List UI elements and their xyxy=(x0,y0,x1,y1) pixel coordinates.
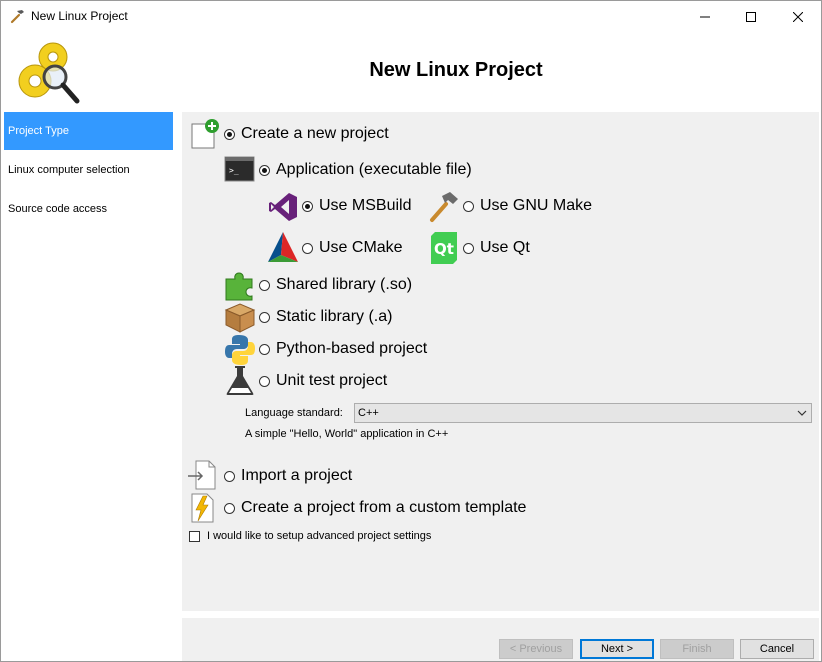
use-cmake-label: Use CMake xyxy=(319,239,403,256)
unit-test-option[interactable]: Unit test project xyxy=(259,372,387,390)
new-linux-project-window: New Linux Project New Linux Project Proj… xyxy=(0,0,822,662)
finish-button[interactable]: Finish xyxy=(660,639,734,659)
custom-template-option[interactable]: Create a project from a custom template xyxy=(224,499,526,517)
minimize-button[interactable] xyxy=(682,1,728,32)
sidebar-item-project-type[interactable]: Project Type xyxy=(4,112,173,150)
create-new-project-option[interactable]: Create a new project xyxy=(224,125,389,143)
use-cmake-option[interactable]: Use CMake xyxy=(302,239,403,257)
advanced-settings-label: I would like to setup advanced project s… xyxy=(207,530,432,542)
box-icon xyxy=(224,303,256,333)
use-qt-label: Use Qt xyxy=(480,239,530,256)
use-msbuild-radio[interactable] xyxy=(302,200,313,212)
window-title: New Linux Project xyxy=(31,9,128,23)
python-icon xyxy=(225,335,255,365)
application-option[interactable]: Application (executable file) xyxy=(259,161,472,179)
shared-library-option[interactable]: Shared library (.so) xyxy=(259,276,412,294)
shared-library-radio[interactable] xyxy=(259,279,270,291)
static-library-option[interactable]: Static library (.a) xyxy=(259,308,392,326)
next-button[interactable]: Next > xyxy=(580,639,654,659)
unit-test-radio[interactable] xyxy=(259,375,270,387)
unit-test-label: Unit test project xyxy=(276,372,388,389)
custom-template-radio[interactable] xyxy=(224,502,235,514)
application-radio[interactable] xyxy=(259,164,270,176)
python-project-option[interactable]: Python-based project xyxy=(259,340,427,358)
maximize-button[interactable] xyxy=(728,1,774,32)
custom-template-label: Create a project from a custom template xyxy=(241,499,527,516)
close-button[interactable] xyxy=(775,1,821,32)
terminal-icon: >_ xyxy=(224,156,255,182)
visual-studio-icon xyxy=(269,193,297,221)
use-gnu-make-radio[interactable] xyxy=(463,200,474,212)
language-standard-value: C++ xyxy=(358,407,379,419)
puzzle-piece-icon xyxy=(225,272,253,301)
page-title: New Linux Project xyxy=(369,59,543,81)
svg-text:Qt: Qt xyxy=(434,240,454,258)
close-icon xyxy=(793,11,803,22)
new-file-icon xyxy=(191,119,219,149)
maximize-icon xyxy=(746,11,756,22)
cancel-button[interactable]: Cancel xyxy=(740,639,814,659)
create-new-label: Create a new project xyxy=(241,125,389,142)
cmake-icon xyxy=(268,232,298,262)
use-gnu-make-option[interactable]: Use GNU Make xyxy=(463,197,592,215)
use-cmake-radio[interactable] xyxy=(302,242,313,254)
title-bar: New Linux Project xyxy=(1,1,821,32)
static-library-label: Static library (.a) xyxy=(276,308,393,325)
svg-text:>_: >_ xyxy=(229,166,239,175)
import-project-label: Import a project xyxy=(241,467,353,484)
lightning-template-icon xyxy=(191,493,214,523)
use-gnu-make-label: Use GNU Make xyxy=(480,197,593,214)
sidebar-item-linux-computer-selection[interactable]: Linux computer selection xyxy=(4,151,173,189)
language-standard-select[interactable]: C++ xyxy=(354,403,812,423)
import-file-icon xyxy=(188,460,216,490)
import-project-option[interactable]: Import a project xyxy=(224,467,352,485)
python-project-label: Python-based project xyxy=(276,340,428,357)
wizard-sidebar: Project Type Linux computer selection So… xyxy=(4,112,174,661)
advanced-settings-checkbox[interactable] xyxy=(189,530,200,542)
minimize-icon xyxy=(700,16,710,17)
shared-library-label: Shared library (.so) xyxy=(276,276,413,293)
use-msbuild-label: Use MSBuild xyxy=(319,197,412,214)
hammer-make-icon xyxy=(430,192,458,222)
use-msbuild-option[interactable]: Use MSBuild xyxy=(302,197,411,215)
import-project-radio[interactable] xyxy=(224,470,235,482)
sidebar-item-source-code-access[interactable]: Source code access xyxy=(4,190,173,228)
language-description: A simple "Hello, World" application in C… xyxy=(245,428,449,440)
advanced-settings-option[interactable]: I would like to setup advanced project s… xyxy=(189,530,431,542)
qt-icon: Qt xyxy=(431,232,457,264)
create-new-radio[interactable] xyxy=(224,128,235,140)
use-qt-radio[interactable] xyxy=(463,242,474,254)
use-qt-option[interactable]: Use Qt xyxy=(463,239,530,257)
flask-icon xyxy=(226,366,254,395)
static-library-radio[interactable] xyxy=(259,311,270,323)
chevron-down-icon xyxy=(797,410,807,416)
hammer-icon xyxy=(10,10,24,24)
previous-button[interactable]: < Previous xyxy=(499,639,573,659)
language-standard-label: Language standard: xyxy=(245,407,343,419)
application-label: Application (executable file) xyxy=(276,161,472,178)
python-project-radio[interactable] xyxy=(259,343,270,355)
